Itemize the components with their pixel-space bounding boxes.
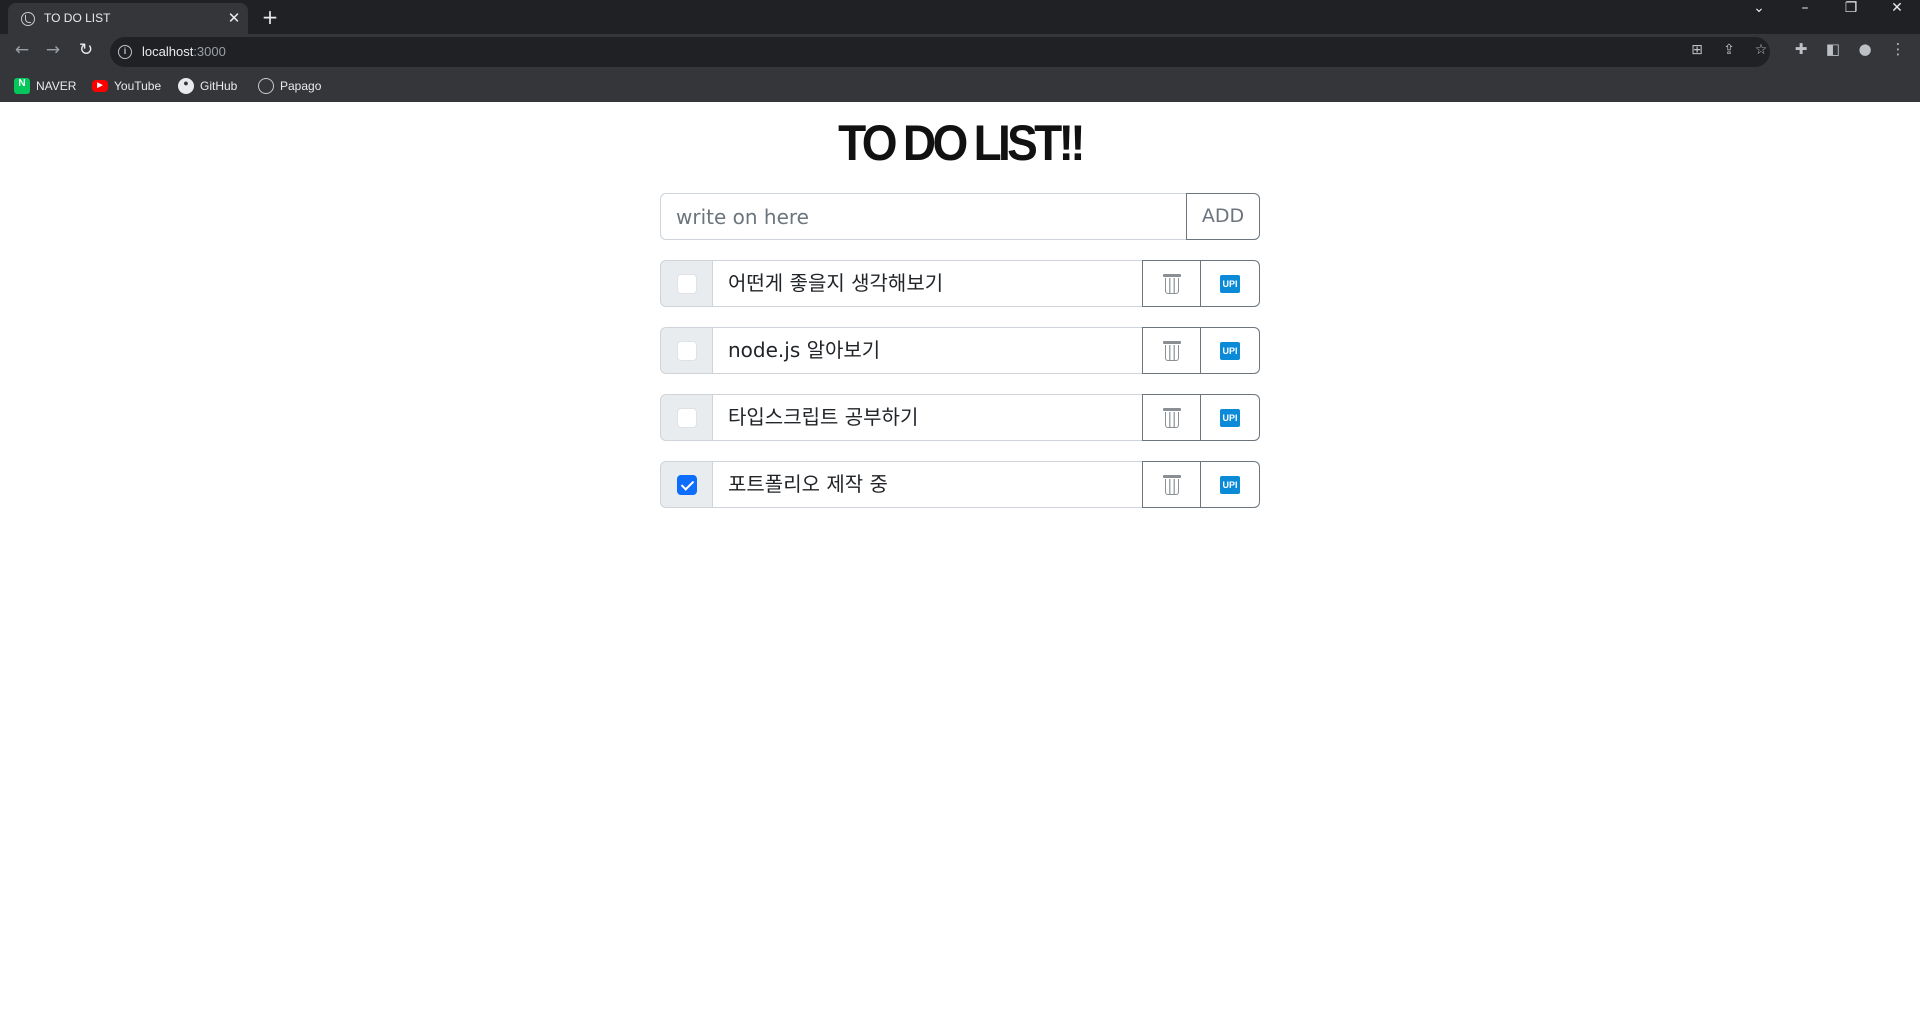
new-tab-button[interactable]: +: [258, 5, 282, 29]
update-button[interactable]: UPI: [1201, 394, 1260, 441]
menu-icon[interactable]: ⋮: [1886, 40, 1910, 64]
bookmark-star-icon[interactable]: ☆: [1751, 42, 1771, 62]
delete-button[interactable]: [1142, 461, 1201, 508]
tab-search-icon[interactable]: ⌄: [1736, 0, 1782, 30]
trash-icon: [1163, 341, 1181, 361]
bookmark-naver[interactable]: N NAVER: [14, 76, 76, 96]
delete-button[interactable]: [1142, 260, 1201, 307]
bookmark-label: GitHub: [200, 79, 238, 93]
minimize-icon[interactable]: –: [1782, 0, 1828, 30]
translate-icon[interactable]: ⊞: [1687, 42, 1707, 62]
forward-icon[interactable]: →: [41, 40, 65, 64]
bookmark-papago[interactable]: Papago: [258, 76, 321, 96]
trash-icon: [1163, 475, 1181, 495]
naver-icon: N: [14, 78, 30, 94]
todo-checkbox[interactable]: [677, 475, 697, 495]
tab-strip: TO DO LIST ✕ + ⌄ – ❐ ✕: [0, 0, 1920, 34]
site-info-icon[interactable]: i: [118, 45, 132, 59]
restore-icon[interactable]: ❐: [1828, 0, 1874, 30]
update-icon: UPI: [1220, 409, 1240, 427]
browser-toolbar: ← → ↻ i localhost:3000 ⊞ ⇪ ☆ ✚ ◧ ● ⋮: [0, 34, 1920, 70]
todo-text[interactable]: 어떤게 좋을지 생각해보기: [712, 260, 1142, 307]
todo-checkbox[interactable]: [677, 274, 697, 294]
todo-item: 타입스크립트 공부하기 UPI: [660, 394, 1260, 441]
update-button[interactable]: UPI: [1201, 461, 1260, 508]
update-icon: UPI: [1220, 342, 1240, 360]
close-tab-icon[interactable]: ✕: [224, 8, 244, 28]
todo-checkbox[interactable]: [677, 408, 697, 428]
profile-icon[interactable]: ●: [1853, 40, 1877, 64]
github-icon: ●: [178, 78, 194, 94]
todo-item: 포트폴리오 제작 중 UPI: [660, 461, 1260, 508]
todo-text[interactable]: 타입스크립트 공부하기: [712, 394, 1142, 441]
page-title: TO DO LIST!!: [838, 115, 1085, 171]
back-icon[interactable]: ←: [10, 40, 34, 64]
delete-button[interactable]: [1142, 327, 1201, 374]
url-port: :3000: [193, 44, 226, 59]
add-todo-form: ADD: [660, 193, 1260, 240]
todo-item: node.js 알아보기 UPI: [660, 327, 1260, 374]
checkbox-cell: [660, 260, 712, 307]
checkbox-cell: [660, 394, 712, 441]
update-button[interactable]: UPI: [1201, 260, 1260, 307]
checkbox-cell: [660, 327, 712, 374]
bookmarks-bar: N NAVER ▶ YouTube ● GitHub Papago: [0, 70, 1920, 102]
bookmark-github[interactable]: ● GitHub: [178, 76, 237, 96]
browser-tab[interactable]: TO DO LIST ✕: [8, 3, 248, 34]
reload-icon[interactable]: ↻: [74, 40, 98, 64]
address-bar[interactable]: i localhost:3000 ⊞ ⇪ ☆: [110, 37, 1770, 67]
add-button[interactable]: ADD: [1186, 193, 1260, 240]
bookmark-label: YouTube: [114, 79, 162, 93]
browser-chrome: TO DO LIST ✕ + ⌄ – ❐ ✕ ← → ↻ i localhost…: [0, 0, 1920, 102]
trash-icon: [1163, 408, 1181, 428]
todo-checkbox[interactable]: [677, 341, 697, 361]
update-icon: UPI: [1220, 476, 1240, 494]
bookmark-youtube[interactable]: ▶ YouTube: [92, 76, 161, 96]
delete-button[interactable]: [1142, 394, 1201, 441]
url-text: localhost:3000: [142, 44, 226, 59]
papago-icon: [258, 78, 274, 94]
bookmark-label: NAVER: [36, 79, 77, 93]
update-button[interactable]: UPI: [1201, 327, 1260, 374]
extensions-icon[interactable]: ✚: [1789, 40, 1813, 64]
close-window-icon[interactable]: ✕: [1874, 0, 1920, 30]
update-icon: UPI: [1220, 275, 1240, 293]
trash-icon: [1163, 274, 1181, 294]
checkbox-cell: [660, 461, 712, 508]
globe-icon: [21, 12, 35, 26]
todo-text[interactable]: 포트폴리오 제작 중: [712, 461, 1142, 508]
share-icon[interactable]: ⇪: [1719, 42, 1739, 62]
side-panel-icon[interactable]: ◧: [1821, 40, 1845, 64]
todo-input[interactable]: [660, 193, 1186, 240]
todo-item: 어떤게 좋을지 생각해보기 UPI: [660, 260, 1260, 307]
youtube-icon: ▶: [92, 80, 108, 92]
todo-text[interactable]: node.js 알아보기: [712, 327, 1142, 374]
url-host: localhost: [142, 44, 194, 59]
bookmark-label: Papago: [280, 79, 322, 93]
tab-title: TO DO LIST: [44, 11, 111, 25]
